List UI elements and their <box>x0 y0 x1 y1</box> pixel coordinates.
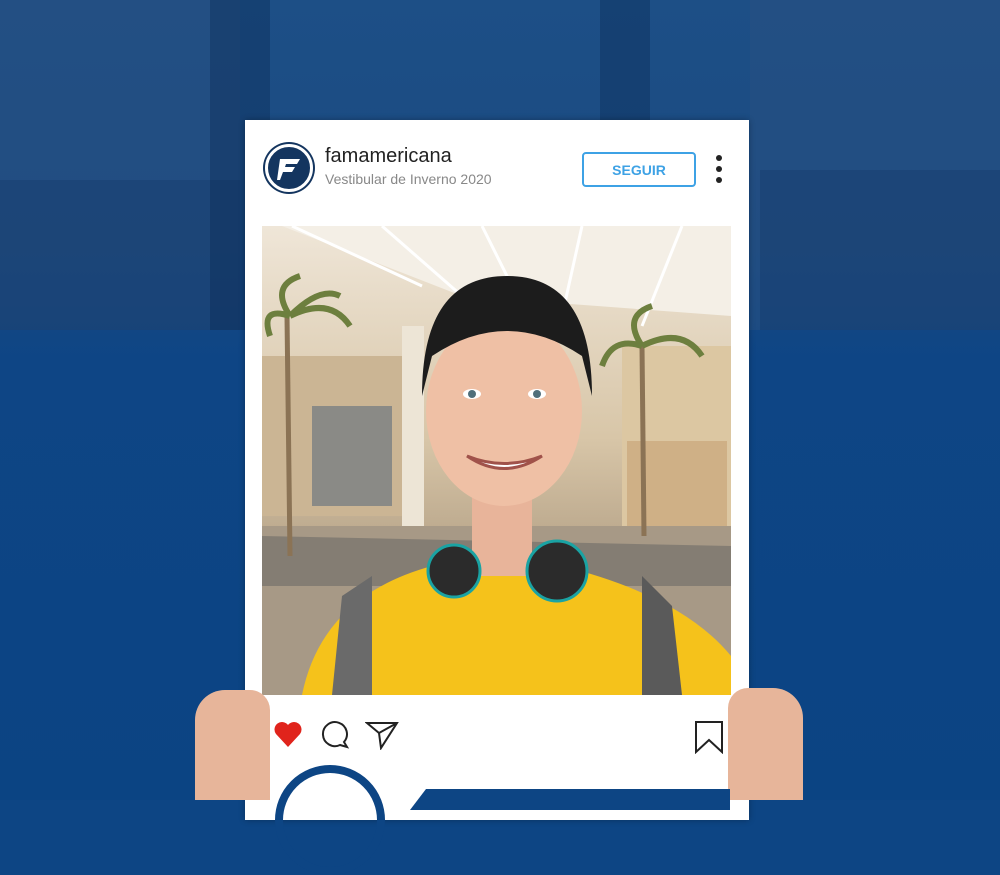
username[interactable]: famamericana <box>325 145 452 168</box>
share-icon[interactable] <box>365 720 399 750</box>
bookmark-icon[interactable] <box>694 720 724 754</box>
logo-icon[interactable] <box>265 144 313 192</box>
heart-icon[interactable] <box>273 720 303 748</box>
brand-logo-mark <box>275 765 385 875</box>
more-options-icon[interactable] <box>716 155 724 188</box>
follow-button[interactable]: SEGUIR <box>582 152 696 187</box>
right-hand <box>728 688 803 800</box>
post-photo <box>262 226 731 695</box>
background-tables <box>760 170 1000 330</box>
instagram-post-frame: famamericana Vestibular de Inverno 2020 … <box>245 120 749 820</box>
comment-icon[interactable] <box>320 720 350 750</box>
background-tables <box>0 180 240 330</box>
post-subtitle: Vestibular de Inverno 2020 <box>325 171 492 187</box>
background-pillar <box>600 0 650 120</box>
left-hand <box>195 690 270 800</box>
